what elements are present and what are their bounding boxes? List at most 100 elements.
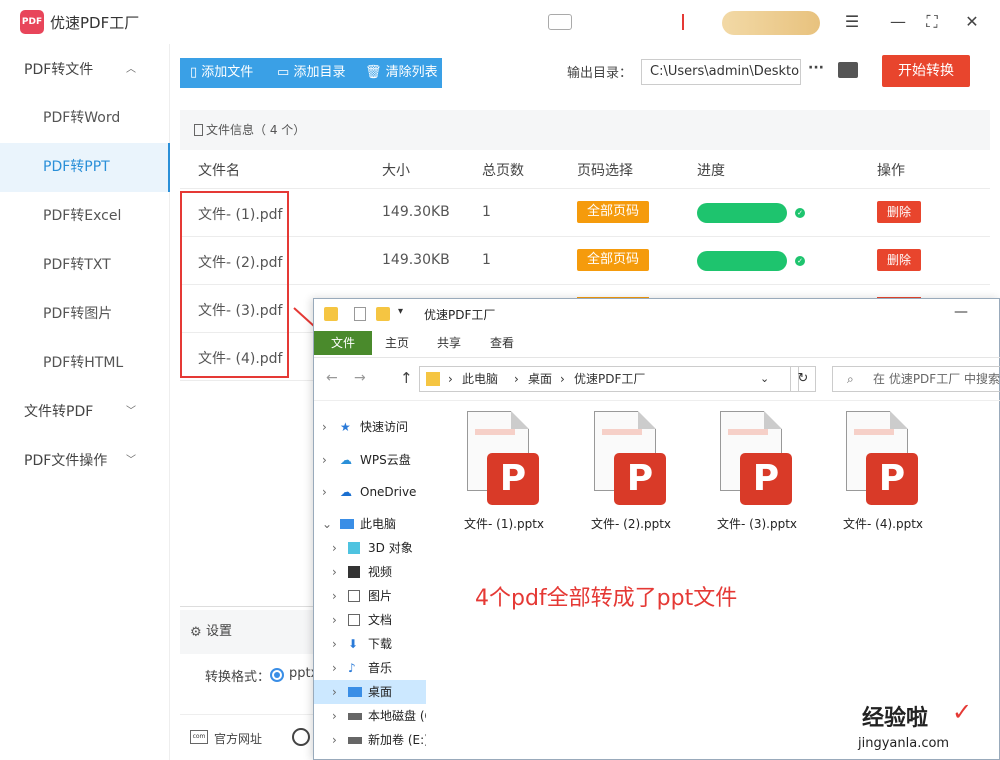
minimize-icon[interactable]: — [886,10,910,34]
chevron-right-icon: › [332,565,337,579]
tree-item-label: 图片 [368,589,393,603]
file-name-label: 文件- (2).pptx [591,517,671,531]
tree-item-label: 本地磁盘 (C [368,709,426,723]
chevron-right-icon: › [332,709,337,723]
delete-button[interactable]: 删除 [877,249,921,271]
minimize-icon[interactable]: — [954,304,968,320]
add-file-button[interactable]: ▯ 添加文件 [180,58,266,88]
back-arrow-icon[interactable]: ← [326,370,338,386]
chat-icon[interactable] [292,728,310,746]
sidebar-item-pdf-txt[interactable]: PDF转TXT [0,241,170,290]
search-icon: ⌕ [847,372,854,386]
page-fold [511,411,529,429]
app-logo-icon: PDF [20,10,44,34]
ribbon-tab-file[interactable]: 文件 [314,331,372,355]
menu-icon[interactable]: ☰ [840,10,864,34]
quick-access-dropdown-icon[interactable]: ▾ [398,306,403,317]
ribbon-tab-view[interactable]: 查看 [477,331,527,355]
col-header-page-select: 页码选择 [577,163,633,179]
explorer-titlebar: ▾ 优速PDF工厂 — [314,299,1000,329]
ribbon-tab-home[interactable]: 主页 [372,331,422,355]
tree-item-label: 此电脑 [360,517,397,531]
breadcrumb-item[interactable]: 桌面 [528,367,552,391]
chevron-right-icon: › [332,613,337,627]
watermark-logo: 经验啦 [862,706,929,731]
tree-item-label: 音乐 [368,661,393,675]
tree-item-label: 文档 [368,613,393,627]
notification-icon[interactable] [548,14,572,30]
more-options-button[interactable]: ··· [808,60,824,76]
chevron-right-icon: › [322,485,327,499]
refresh-icon[interactable]: ↻ [790,366,816,392]
sidebar-item-pdf-ppt[interactable]: PDF转PPT [0,143,170,192]
page-fold [638,411,656,429]
folder-open-icon[interactable] [838,62,858,78]
chevron-right-icon: › [560,372,565,386]
drive-icon [348,713,362,720]
official-site-link[interactable]: 官方网址 [214,730,262,747]
breadcrumb-item[interactable]: 此电脑 [462,367,498,391]
gear-icon: ⚙ [190,625,202,640]
chevron-down-icon: ﹀ [126,406,136,417]
chevron-right-icon: › [514,372,519,386]
chevron-down-icon[interactable]: ⌄ [760,367,769,391]
file-item[interactable]: P 文件- (3).pptx [712,411,802,531]
sidebar-cat-label: PDF文件操作 [24,453,108,469]
page-lines [475,429,515,435]
explorer-navbar: ← → ↑ › 此电脑 › 桌面 › 优速PDF工厂 ⌄ ↻ ⌕ 在 优速PDF… [314,357,1000,401]
file-pages-cell: 1 [482,204,491,220]
clear-list-button[interactable]: 🗑 清除列表 [355,58,442,88]
annotation-text: 4个pdf全部转成了ppt文件 [475,586,738,611]
search-input[interactable]: ⌕ 在 优速PDF工厂 中搜索 [832,366,1000,392]
picture-icon [348,590,360,602]
page-select-button[interactable]: 全部页码 [577,201,649,223]
promo-badge[interactable] [722,11,820,35]
file-item[interactable]: P 文件- (1).pptx [459,411,549,531]
output-dir-input[interactable]: C:\Users\admin\Desktop [641,59,801,85]
tree-item-label: 桌面 [368,685,393,699]
settings-title: 设置 [206,624,233,639]
sidebar-item-pdf-image[interactable]: PDF转图片 [0,290,170,339]
page-fold [890,411,908,429]
file-item[interactable]: P 文件- (2).pptx [586,411,676,531]
video-icon [348,566,360,578]
sidebar-cat-label: PDF转文件 [24,62,94,78]
maximize-icon[interactable]: ⛶ [920,10,944,34]
tree-item-label: OneDrive [360,485,417,499]
ribbon-tab-share[interactable]: 共享 [424,331,474,355]
sidebar-cat-pdf-ops[interactable]: PDF文件操作 ﹀ [0,437,170,485]
sidebar-item-pdf-html[interactable]: PDF转HTML [0,339,170,388]
chevron-right-icon: › [322,453,327,467]
up-arrow-icon[interactable]: ↑ [400,369,413,387]
close-icon[interactable]: ✕ [960,10,984,34]
file-item[interactable]: P 文件- (4).pptx [838,411,928,531]
explorer-title: 优速PDF工厂 [424,308,496,322]
tree-item-drive-c[interactable]: › 本地磁盘 (C [314,704,426,728]
document-icon [348,614,360,626]
chevron-right-icon: › [448,372,453,386]
file-name-label: 文件- (4).pptx [843,517,923,531]
sidebar-cat-file-to-pdf[interactable]: 文件转PDF ﹀ [0,388,170,436]
sidebar-item-pdf-word[interactable]: PDF转Word [0,94,170,143]
start-convert-button[interactable]: 开始转换 [882,55,970,87]
breadcrumb-item[interactable]: 优速PDF工厂 [574,367,645,391]
delete-button[interactable]: 删除 [877,201,921,223]
tree-item-drive-e[interactable]: › 新加卷 (E:) [314,728,426,752]
checklist-icon[interactable] [354,307,366,321]
tree-item-label: 新加卷 (E:) [368,733,426,747]
download-icon: ⬇ [348,637,359,651]
address-bar[interactable]: › 此电脑 › 桌面 › 优速PDF工厂 ⌄ [419,366,799,392]
format-radio-pptx[interactable] [270,668,284,682]
ppt-icon: P [740,453,792,505]
ppt-icon: P [487,453,539,505]
tree-item-desktop[interactable]: › 桌面 [314,680,426,704]
sidebar-item-pdf-excel[interactable]: PDF转Excel [0,192,170,241]
file-name-label: 文件- (1).pptx [464,517,544,531]
mail-icon[interactable] [682,14,696,30]
progress-bar [697,203,787,223]
forward-arrow-icon[interactable]: → [354,370,366,386]
folder-icon: ▭ [277,65,290,80]
page-select-button[interactable]: 全部页码 [577,249,649,271]
sidebar-cat-pdf-to-file[interactable]: PDF转文件 ︿ [0,46,170,94]
add-dir-button[interactable]: ▭ 添加目录 [267,58,355,88]
